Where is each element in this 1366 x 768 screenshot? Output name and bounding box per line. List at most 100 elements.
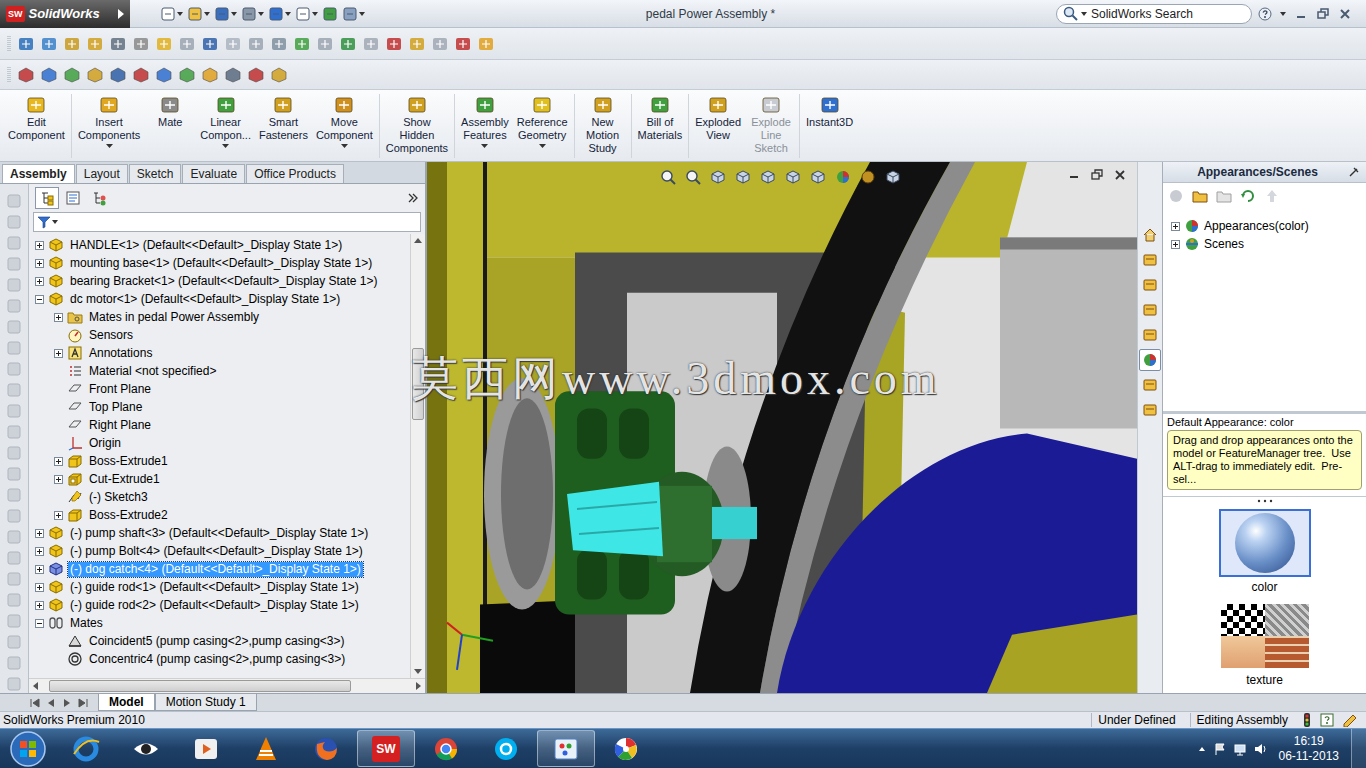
tool-icon[interactable] [132, 35, 150, 53]
tool-icon[interactable] [5, 255, 23, 273]
tool-icon[interactable] [5, 465, 23, 483]
tool-icon[interactable] [201, 66, 219, 84]
model-tab[interactable]: Motion Study 1 [155, 694, 257, 711]
solidworks-taskbar-button[interactable]: SW [357, 730, 415, 767]
tool-icon[interactable] [5, 654, 23, 672]
tool-icon[interactable] [63, 35, 81, 53]
command-button[interactable]: Edit Component [4, 94, 69, 142]
show-desktop-button[interactable] [1351, 729, 1366, 768]
minimize-icon[interactable] [1294, 7, 1308, 21]
command-button[interactable]: Smart Fasteners [255, 94, 312, 142]
tree-item[interactable]: Origin [29, 434, 410, 452]
command-button[interactable]: New Motion Study [577, 94, 629, 155]
open-button[interactable] [187, 6, 210, 22]
view-orientation-icon[interactable] [759, 168, 779, 186]
flag-icon[interactable] [1213, 742, 1227, 756]
paint-taskbar-button[interactable] [537, 730, 595, 767]
tool-icon[interactable] [86, 66, 104, 84]
custom-properties-tab[interactable] [1139, 374, 1161, 396]
expander-icon[interactable] [35, 619, 44, 628]
toolbar-grip-icon[interactable] [6, 65, 12, 85]
tool-icon[interactable] [270, 35, 288, 53]
tool-icon[interactable] [5, 675, 23, 693]
tool-icon[interactable] [224, 66, 242, 84]
rebuild-button[interactable] [322, 6, 338, 22]
command-button[interactable]: Linear Compon... [196, 94, 255, 148]
expander-icon[interactable] [1171, 222, 1180, 231]
eye-taskbar-button[interactable] [117, 730, 175, 767]
select-button[interactable] [295, 6, 318, 22]
previous-tab-icon[interactable] [44, 697, 58, 709]
hide-show-icon[interactable] [809, 168, 829, 186]
command-tab[interactable]: Office Products [246, 164, 344, 183]
command-button[interactable]: Insert Components [74, 94, 144, 148]
tool-icon[interactable] [477, 35, 495, 53]
tree-item[interactable]: dc motor<1> (Default<<Default>_Display S… [29, 290, 410, 308]
tool-icon[interactable] [155, 35, 173, 53]
tree-item[interactable]: Concentric4 (pump casing<2>,pump casing<… [29, 650, 410, 668]
tree-item[interactable]: Top Plane [29, 398, 410, 416]
view-palette-tab[interactable] [1139, 324, 1161, 346]
pane-splitter[interactable] [1163, 496, 1366, 505]
tree-item[interactable]: Boss-Extrude2 [29, 506, 410, 524]
expander-icon[interactable] [54, 511, 63, 520]
expander-icon[interactable] [35, 259, 44, 268]
tool-icon[interactable] [86, 35, 104, 53]
network-icon[interactable] [1233, 742, 1247, 756]
expander-icon[interactable] [54, 313, 63, 322]
command-button[interactable]: Move Component [312, 94, 377, 148]
back-icon[interactable] [1167, 187, 1185, 205]
view-settings-icon[interactable] [884, 168, 904, 186]
restore-icon[interactable] [1090, 168, 1104, 182]
print-button[interactable] [241, 6, 264, 22]
tree-item[interactable]: Appearances(color) [1171, 217, 1366, 235]
design-library-tab[interactable] [1139, 249, 1161, 271]
rebuild-light-icon[interactable] [1302, 712, 1312, 728]
search-results-tab[interactable] [1139, 299, 1161, 321]
property-manager-tab[interactable] [61, 187, 85, 209]
command-button[interactable]: Instant3D [802, 94, 857, 129]
tool-icon[interactable] [5, 591, 23, 609]
expander-icon[interactable] [35, 583, 44, 592]
previous-view-icon[interactable] [709, 168, 729, 186]
expander-icon[interactable] [35, 295, 44, 304]
expander-icon[interactable] [35, 529, 44, 538]
tool-icon[interactable] [178, 35, 196, 53]
toolbar-grip-icon[interactable] [6, 34, 12, 54]
tool-icon[interactable] [224, 35, 242, 53]
restore-icon[interactable] [1316, 7, 1330, 21]
tool-icon[interactable] [5, 633, 23, 651]
tool-icon[interactable] [201, 35, 219, 53]
zoom-fit-icon[interactable] [659, 168, 679, 186]
chrome-taskbar-button[interactable] [417, 730, 475, 767]
next-tab-icon[interactable] [60, 697, 74, 709]
command-button[interactable]: Bill of Materials [634, 94, 687, 142]
tool-icon[interactable] [5, 612, 23, 630]
up-icon[interactable] [1263, 187, 1281, 205]
tool-icon[interactable] [109, 35, 127, 53]
tool-icon[interactable] [5, 276, 23, 294]
command-button[interactable]: Exploded View [691, 94, 745, 142]
tool-icon[interactable] [155, 66, 173, 84]
expand-chevron-icon[interactable] [407, 192, 419, 204]
media-player-taskbar-button[interactable] [177, 730, 235, 767]
command-tab[interactable]: Layout [76, 164, 128, 183]
tool-icon[interactable] [5, 381, 23, 399]
tree-item[interactable]: Mates [29, 614, 410, 632]
quick-tips-icon[interactable] [1342, 713, 1358, 727]
minimize-icon[interactable] [1067, 168, 1081, 182]
appearance-thumbnail[interactable]: color [1219, 509, 1311, 594]
forum-tab[interactable] [1139, 399, 1161, 421]
tree-item[interactable]: Boss-Extrude1 [29, 452, 410, 470]
tool-icon[interactable] [17, 66, 35, 84]
tree-item[interactable]: (-) pump shaft<3> (Default<<Default>_Dis… [29, 524, 410, 542]
tool-icon[interactable] [454, 35, 472, 53]
apply-scene-icon[interactable] [859, 168, 879, 186]
picasa-taskbar-button[interactable] [597, 730, 655, 767]
assembly-model[interactable] [427, 162, 1137, 693]
tool-icon[interactable] [5, 339, 23, 357]
expander-icon[interactable] [35, 601, 44, 610]
scroll-down-icon[interactable] [411, 664, 425, 678]
section-view-icon[interactable] [734, 168, 754, 186]
dropdown-arrow-icon[interactable] [52, 220, 58, 224]
